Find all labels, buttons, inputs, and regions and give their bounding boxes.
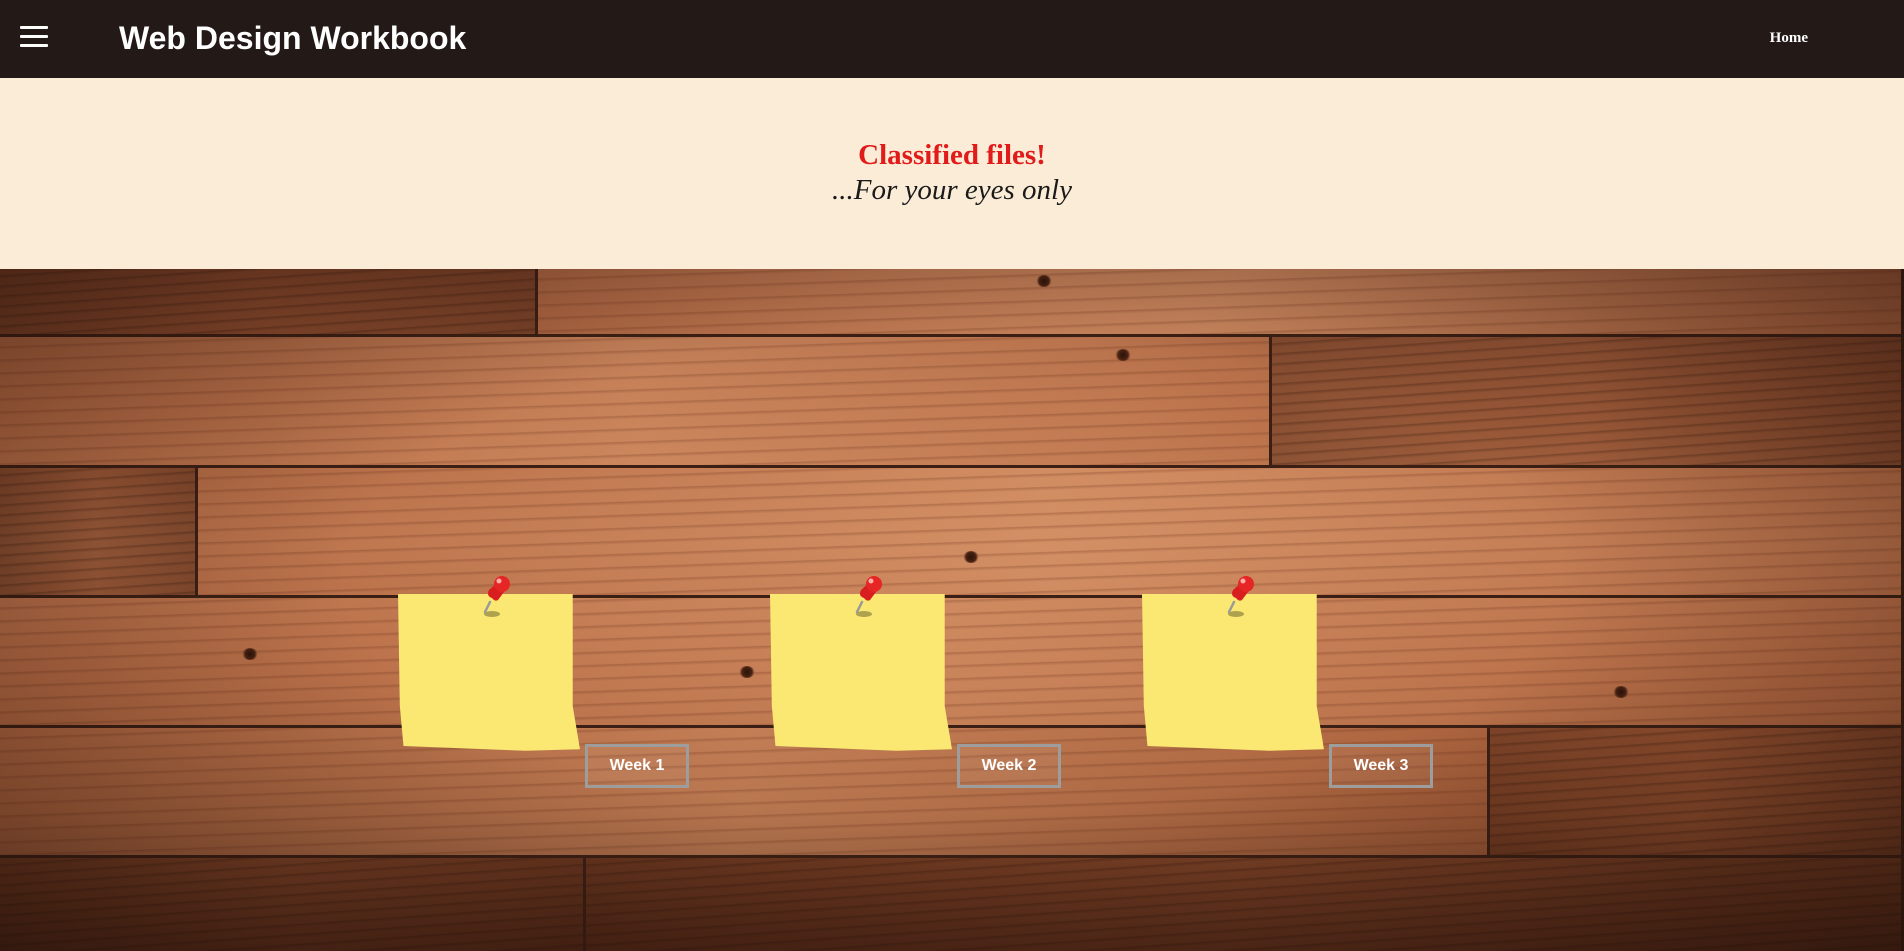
wood-knot bbox=[739, 666, 755, 678]
plank-row bbox=[0, 269, 1904, 337]
wood-knot bbox=[963, 551, 979, 563]
plank-row bbox=[0, 858, 1904, 951]
hero-banner: Classified files! ...For your eyes only bbox=[0, 78, 1904, 269]
hero-heading: Classified files! bbox=[858, 139, 1046, 171]
wood-plank bbox=[0, 598, 1904, 725]
sticky-note-week-3 bbox=[1142, 574, 1324, 754]
plank-row bbox=[0, 598, 1904, 728]
week-3-button[interactable]: Week 3 bbox=[1329, 744, 1433, 788]
wood-knot bbox=[242, 648, 258, 660]
menu-bar-bottom bbox=[20, 44, 48, 47]
wood-plank bbox=[0, 468, 198, 595]
site-title: Web Design Workbook bbox=[119, 20, 467, 56]
sticky-note-week-1 bbox=[398, 574, 580, 754]
sticky-note-week-2 bbox=[770, 574, 952, 754]
wood-knot bbox=[1115, 349, 1131, 361]
menu-bar-middle bbox=[20, 35, 48, 38]
pushpin-icon bbox=[1227, 576, 1254, 617]
wood-board: Week 1 Week 2 Week 3 bbox=[0, 269, 1904, 951]
hero-subheading: ...For your eyes only bbox=[832, 174, 1072, 206]
wood-plank bbox=[0, 269, 538, 334]
wood-plank bbox=[0, 858, 586, 951]
wood-knot bbox=[1613, 686, 1629, 698]
top-navbar: Web Design Workbook Home bbox=[0, 0, 1904, 78]
pushpin-icon bbox=[855, 576, 882, 617]
week-1-button[interactable]: Week 1 bbox=[585, 744, 689, 788]
plank-row bbox=[0, 728, 1904, 858]
menu-bar-top bbox=[20, 26, 48, 29]
wood-plank bbox=[1490, 728, 1904, 855]
wood-plank bbox=[1272, 337, 1904, 465]
plank-row bbox=[0, 468, 1904, 598]
week-2-button[interactable]: Week 2 bbox=[957, 744, 1061, 788]
hamburger-menu-icon[interactable] bbox=[20, 22, 48, 50]
wood-plank bbox=[0, 337, 1272, 465]
wood-plank bbox=[586, 858, 1904, 951]
wood-plank bbox=[538, 269, 1904, 334]
nav-link-home[interactable]: Home bbox=[1770, 28, 1808, 48]
plank-row bbox=[0, 337, 1904, 468]
wood-knot bbox=[1036, 275, 1052, 287]
pushpin-icon bbox=[483, 576, 510, 617]
